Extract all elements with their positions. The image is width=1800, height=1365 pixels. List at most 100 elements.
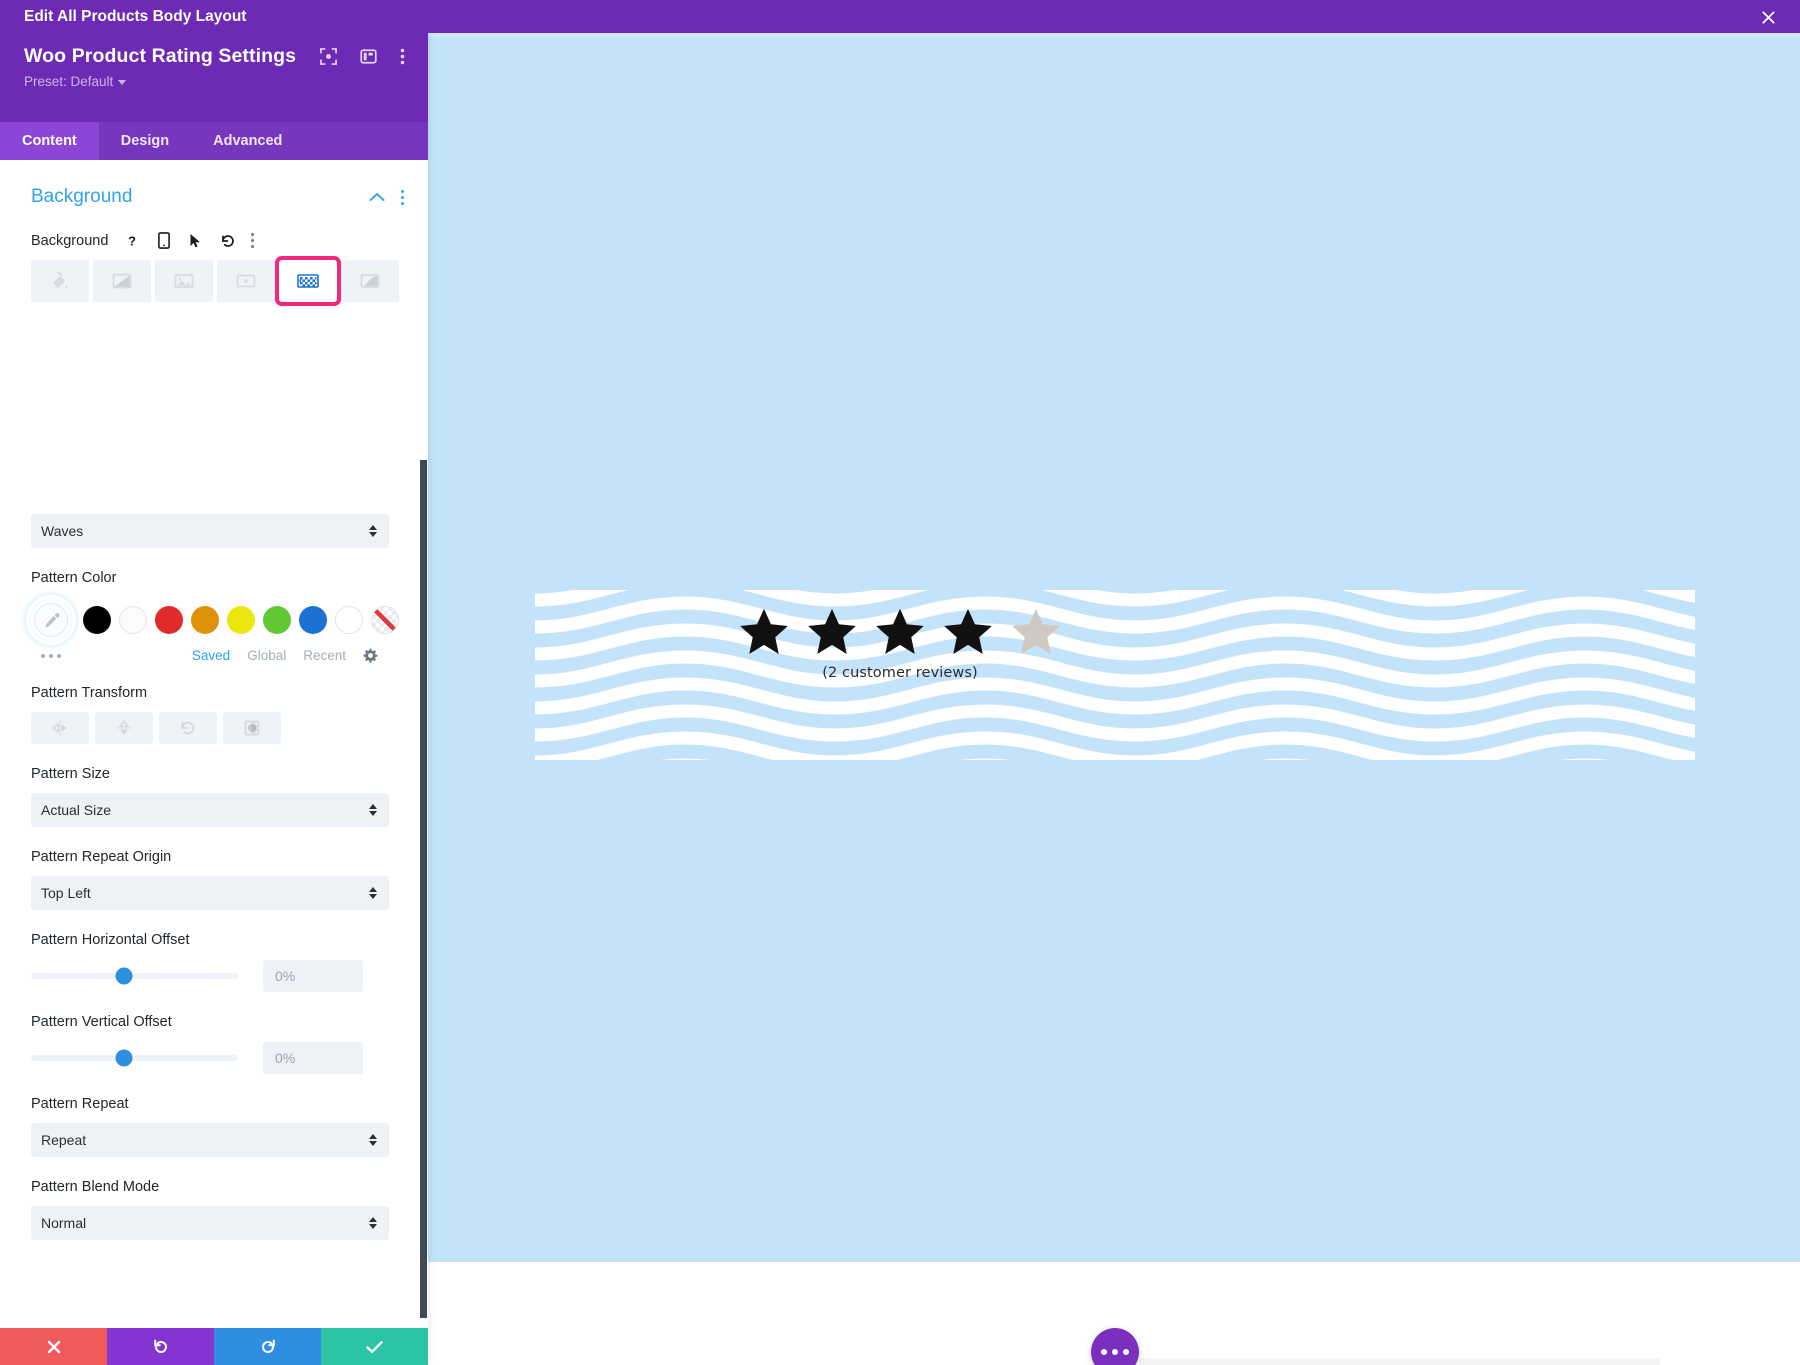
- window-titlebar: Edit All Products Body Layout: [0, 0, 1800, 33]
- wave-pattern-band: [535, 590, 1695, 760]
- swatch-amber[interactable]: [191, 606, 219, 634]
- swatch-off-white[interactable]: [119, 606, 147, 634]
- color-tab-global[interactable]: Global: [247, 648, 286, 663]
- section-title: Background: [31, 186, 133, 207]
- swatch-white[interactable]: [335, 606, 363, 634]
- settings-tabs[interactable]: Content Design Advanced: [0, 122, 428, 160]
- color-picker-eyedropper[interactable]: [29, 598, 73, 642]
- background-type-gradient[interactable]: [93, 260, 151, 302]
- color-tab-saved[interactable]: Saved: [192, 648, 230, 663]
- chevron-down-icon: [118, 80, 127, 85]
- background-type-pattern[interactable]: [279, 260, 337, 302]
- swatch-red[interactable]: [155, 606, 183, 634]
- chevron-up-icon[interactable]: [369, 192, 385, 202]
- color-tab-recent[interactable]: Recent: [303, 648, 346, 663]
- pattern-h-offset-slider[interactable]: [31, 967, 238, 985]
- undo-button[interactable]: [107, 1328, 214, 1365]
- pattern-v-offset-slider[interactable]: [31, 1049, 238, 1067]
- slider-handle[interactable]: [115, 967, 133, 985]
- panel-scrollbar-track[interactable]: [420, 160, 428, 1328]
- eyedropper-icon: [44, 612, 59, 627]
- pattern-size-value: Actual Size: [41, 802, 112, 818]
- pattern-v-offset-input[interactable]: 0%: [263, 1042, 363, 1074]
- pattern-v-offset-control[interactable]: 0%: [0, 1030, 428, 1074]
- panel-header: Woo Product Rating Settings Preset: Defa…: [0, 33, 428, 122]
- canvas-bottom-bar: [1140, 1358, 1660, 1365]
- more-horizontal-icon: [1101, 1349, 1129, 1355]
- background-type-image[interactable]: [155, 260, 213, 302]
- select-arrows-icon: [369, 525, 377, 537]
- window-title: Edit All Products Body Layout: [24, 7, 247, 25]
- pattern-repeat-origin-select[interactable]: Top Left: [31, 876, 389, 910]
- close-icon[interactable]: [1758, 7, 1778, 27]
- panel-body[interactable]: Background Background ? Waves Pattern Co…: [0, 160, 428, 1328]
- pattern-v-offset-label: Pattern Vertical Offset: [31, 1014, 172, 1030]
- pattern-style-value: Waves: [41, 523, 84, 539]
- swatch-blue[interactable]: [299, 606, 327, 634]
- tab-advanced[interactable]: Advanced: [191, 122, 304, 160]
- svg-text:?: ?: [128, 233, 136, 248]
- more-horizontal-icon[interactable]: [41, 653, 61, 658]
- module-settings-panel[interactable]: Woo Product Rating Settings Preset: Defa…: [0, 33, 428, 1365]
- pattern-repeat-value: Repeat: [41, 1132, 87, 1148]
- background-field-header: Background ?: [0, 208, 428, 249]
- pattern-repeat-origin-label: Pattern Repeat Origin: [31, 849, 172, 865]
- mobile-device-icon[interactable]: [155, 232, 172, 249]
- gear-icon[interactable]: [363, 648, 378, 663]
- pattern-h-offset-input[interactable]: 0%: [263, 960, 363, 992]
- flip-vertical-icon[interactable]: [95, 712, 153, 744]
- background-field-label: Background: [31, 232, 109, 249]
- background-section-header[interactable]: Background: [0, 160, 428, 208]
- pattern-blend-mode-value: Normal: [41, 1215, 87, 1231]
- panel-scrollbar-thumb[interactable]: [420, 460, 427, 1318]
- select-arrows-icon: [369, 887, 377, 899]
- swatch-black[interactable]: [83, 606, 111, 634]
- swatch-green[interactable]: [263, 606, 291, 634]
- pattern-color-swatches[interactable]: [0, 586, 428, 642]
- rotate-icon[interactable]: [159, 712, 217, 744]
- pattern-repeat-label: Pattern Repeat: [31, 1096, 129, 1112]
- more-vertical-icon[interactable]: [400, 48, 405, 65]
- pattern-style-select[interactable]: Waves: [31, 514, 389, 548]
- pattern-size-select[interactable]: Actual Size: [31, 793, 389, 827]
- page-settings-fab[interactable]: [1091, 1328, 1139, 1365]
- pattern-transform-buttons[interactable]: [0, 701, 428, 744]
- module-title: Woo Product Rating Settings: [24, 45, 297, 67]
- pattern-color-label: Pattern Color: [31, 570, 117, 586]
- invert-icon[interactable]: [223, 712, 281, 744]
- preset-label: Preset: Default: [24, 74, 114, 89]
- background-type-color[interactable]: [31, 260, 89, 302]
- select-arrows-icon: [369, 1134, 377, 1146]
- more-vertical-icon[interactable]: [251, 233, 255, 248]
- preset-selector[interactable]: Preset: Default: [24, 74, 408, 89]
- slider-handle[interactable]: [115, 1049, 133, 1067]
- reset-icon[interactable]: [219, 232, 236, 249]
- background-type-tabs[interactable]: [0, 249, 428, 302]
- redo-button[interactable]: [214, 1328, 321, 1365]
- save-button[interactable]: [321, 1328, 428, 1365]
- swatch-transparent[interactable]: [371, 606, 399, 634]
- background-type-video[interactable]: [217, 260, 275, 302]
- pattern-size-label: Pattern Size: [31, 766, 110, 782]
- select-arrows-icon: [369, 1217, 377, 1229]
- tab-content[interactable]: Content: [0, 122, 99, 160]
- pattern-h-offset-control[interactable]: 0%: [0, 948, 428, 992]
- background-type-mask[interactable]: [341, 260, 399, 302]
- tab-design[interactable]: Design: [99, 122, 191, 160]
- pattern-repeat-origin-value: Top Left: [41, 885, 91, 901]
- cursor-hover-icon[interactable]: [187, 232, 204, 249]
- pattern-blend-mode-label: Pattern Blend Mode: [31, 1179, 160, 1195]
- select-arrows-icon: [369, 804, 377, 816]
- more-vertical-icon[interactable]: [401, 189, 404, 205]
- help-icon[interactable]: ?: [123, 232, 140, 249]
- pattern-h-offset-label: Pattern Horizontal Offset: [31, 932, 190, 948]
- layout-panel-icon[interactable]: [360, 48, 377, 65]
- flip-horizontal-icon[interactable]: [31, 712, 89, 744]
- pattern-transform-label: Pattern Transform: [31, 685, 148, 701]
- pattern-repeat-select[interactable]: Repeat: [31, 1123, 389, 1157]
- swatch-yellow[interactable]: [227, 606, 255, 634]
- panel-action-bar[interactable]: [0, 1328, 428, 1365]
- focus-target-icon[interactable]: [320, 48, 337, 65]
- pattern-blend-mode-select[interactable]: Normal: [31, 1206, 389, 1240]
- cancel-button[interactable]: [0, 1328, 107, 1365]
